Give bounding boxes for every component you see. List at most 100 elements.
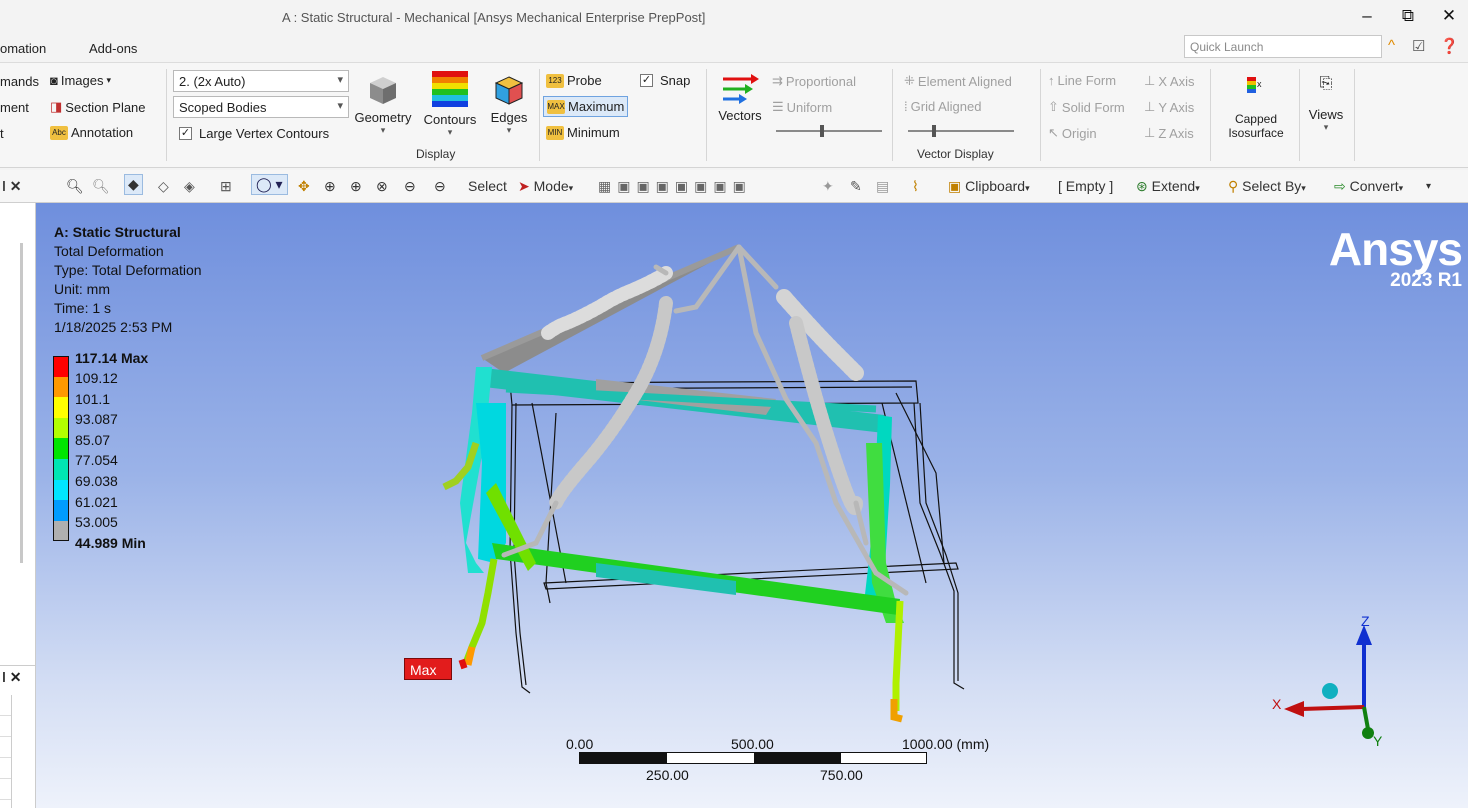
line-form-button[interactable]: ↑ Line Form [1048, 73, 1116, 88]
restore-button[interactable]: ⧉ [1393, 6, 1423, 26]
quick-launch-input[interactable]: Quick Launch [1184, 35, 1382, 58]
ribbon-comment[interactable]: ment [0, 100, 29, 115]
ribbon-separator [1210, 69, 1211, 161]
edges-button[interactable]: Edges ▾ [486, 73, 532, 136]
menu-add-ons[interactable]: Add-ons [89, 41, 137, 56]
select-label[interactable]: Select [468, 178, 507, 194]
rotate-icon[interactable]: ◯ ▾ [251, 174, 288, 195]
check-icon: ✓ [179, 127, 192, 140]
svg-text:x: x [1257, 79, 1262, 89]
abc-icon[interactable]: ▤ [876, 178, 889, 195]
large-vertex-contours-checkbox[interactable]: ✓ Large Vertex Contours [179, 126, 329, 141]
probe-button[interactable]: 123 Probe [546, 73, 602, 88]
y-axis-button[interactable]: ⊥ Y Axis [1144, 99, 1194, 115]
slider-thumb[interactable] [932, 125, 936, 137]
line-form-label: Line Form [1057, 73, 1117, 88]
chevron-up-icon[interactable]: ^ [1388, 37, 1395, 54]
checklist-icon[interactable]: ☑ [1412, 37, 1425, 55]
scale-label-1000: 1000.00 (mm) [902, 736, 990, 752]
extend-button[interactable]: ⊛ Extend▾ [1136, 178, 1200, 195]
zoom-previous-icon[interactable]: ⊖ [404, 178, 416, 195]
box-zoom-icon[interactable]: ⊕ [350, 178, 362, 195]
zoom-fit-icon[interactable]: ⊗ [376, 178, 388, 195]
geometry-button[interactable]: Geometry ▾ [352, 73, 414, 136]
help-icon[interactable]: ❓ [1440, 37, 1459, 55]
solid-form-label: Solid Form [1061, 99, 1125, 115]
coordinate-icon[interactable]: ✦ [822, 178, 834, 195]
ribbon-commands[interactable]: mands [0, 74, 39, 89]
toolbar-overflow-icon[interactable]: ▾ [1426, 181, 1431, 192]
views-icon: ⎘ [1319, 75, 1333, 92]
origin-button[interactable]: ↖ Origin [1048, 125, 1097, 141]
maximum-button[interactable]: MAX Maximum [543, 96, 629, 117]
z-axis-label: Z Axis [1158, 125, 1194, 141]
element-aligned-button[interactable]: ⁜ Element Aligned [904, 73, 1012, 89]
solid-view-icon[interactable]: ◆ [124, 174, 143, 195]
close-button[interactable]: ✕ [1434, 6, 1464, 26]
grid-aligned-button[interactable]: ⁞ Grid Aligned [904, 99, 981, 114]
section-plane-button[interactable]: ◨ Section Plane [50, 99, 146, 115]
contours-label: Contours [423, 112, 477, 127]
details-close-icon[interactable]: ǀ ✕ [2, 669, 22, 686]
wireframe-icon[interactable]: ◇ [158, 178, 169, 195]
origin-icon: ↖ [1048, 125, 1059, 140]
x-axis-button[interactable]: ⊥ X Axis [1144, 73, 1194, 89]
mode-button[interactable]: ➤ Mode▾ [518, 178, 573, 195]
z-axis-label: Z [1361, 613, 1370, 629]
grid-aligned-label: Grid Aligned [910, 99, 982, 114]
edges-icon [494, 76, 524, 105]
image-icon: ◙ [50, 73, 58, 88]
large-vertex-label: Large Vertex Contours [199, 126, 330, 141]
vector-density-slider[interactable] [908, 125, 1014, 137]
contour-count-select[interactable]: 2. (2x Auto) [173, 70, 349, 92]
axis-icon: ⊥ [1144, 125, 1156, 140]
zoom-icon[interactable]: ⊕ [324, 178, 336, 195]
z-axis-button[interactable]: ⊥ Z Axis [1144, 125, 1194, 141]
convert-button[interactable]: ⇨ Convert▾ [1334, 178, 1403, 195]
section-plane-label: Section Plane [65, 99, 146, 115]
label-icon[interactable]: ✎ [850, 178, 862, 195]
menu-automation[interactable]: omation [0, 41, 46, 56]
solid-form-button[interactable]: ⇧ Solid Form [1048, 99, 1125, 115]
ribbon: mands ment t ◙ Images ▾ ◨ Section Plane A… [0, 62, 1468, 168]
ribbon-separator [1299, 69, 1300, 161]
capped-isosurface-button[interactable]: x Capped Isosurface [1216, 75, 1296, 140]
pane-pin-icon[interactable]: ǀ ✕ [2, 178, 22, 195]
vectors-button[interactable]: Vectors [714, 73, 766, 123]
zoom-in-icon[interactable]: 🔍︎ [66, 178, 84, 195]
minimum-button[interactable]: MIN Minimum [546, 125, 620, 140]
clipboard-label: Clipboard [965, 178, 1026, 194]
contours-button[interactable]: Contours ▾ [418, 69, 482, 138]
select-by-icon: ⚲ [1228, 178, 1239, 194]
max-probe-label[interactable]: Max [404, 658, 452, 680]
scope-select[interactable]: Scoped Bodies [173, 96, 349, 118]
capped-label-1: Capped [1234, 112, 1278, 126]
ribbon-separator [892, 69, 893, 161]
zoom-out-icon[interactable]: 🔍︎ [92, 178, 110, 195]
annotation-button[interactable]: Abc Annotation [50, 125, 133, 140]
graph-icon[interactable]: ⌇ [912, 178, 919, 195]
snap-checkbox[interactable]: ✓ Snap [640, 73, 690, 88]
y-axis-label: Y Axis [1158, 99, 1195, 115]
zoom-next-icon[interactable]: ⊖ [434, 178, 446, 195]
ribbon-separator [166, 69, 167, 161]
graphics-viewport[interactable]: A: Static Structural Total Deformation T… [36, 203, 1468, 808]
proportional-button[interactable]: ⇉ Proportional [772, 73, 856, 89]
select-filter-icons[interactable]: ▦▣▣▣▣▣▣▣ [598, 178, 752, 195]
select-by-button[interactable]: ⚲ Select By▾ [1228, 178, 1306, 195]
outline-scrollbar[interactable] [20, 243, 23, 563]
clipboard-button[interactable]: ▣ Clipboard▾ [948, 178, 1030, 195]
ribbon-chart[interactable]: t [0, 126, 4, 141]
maximum-icon: MAX [547, 99, 565, 114]
slider-thumb[interactable] [820, 125, 824, 137]
uniform-button[interactable]: ☰ Uniform [772, 99, 832, 115]
pan-icon[interactable]: ✥ [298, 178, 310, 195]
fit-icon[interactable]: ⊞ [220, 178, 232, 195]
minimize-button[interactable]: – [1352, 6, 1382, 26]
show-mesh-icon[interactable]: ◈ [184, 178, 195, 195]
views-button[interactable]: ⎘ Views ▾ [1306, 75, 1346, 133]
scale-label-250: 250.00 [646, 767, 689, 783]
element-aligned-label: Element Aligned [917, 73, 1012, 89]
images-button[interactable]: ◙ Images ▾ [50, 73, 111, 88]
vector-length-slider[interactable] [776, 125, 882, 137]
